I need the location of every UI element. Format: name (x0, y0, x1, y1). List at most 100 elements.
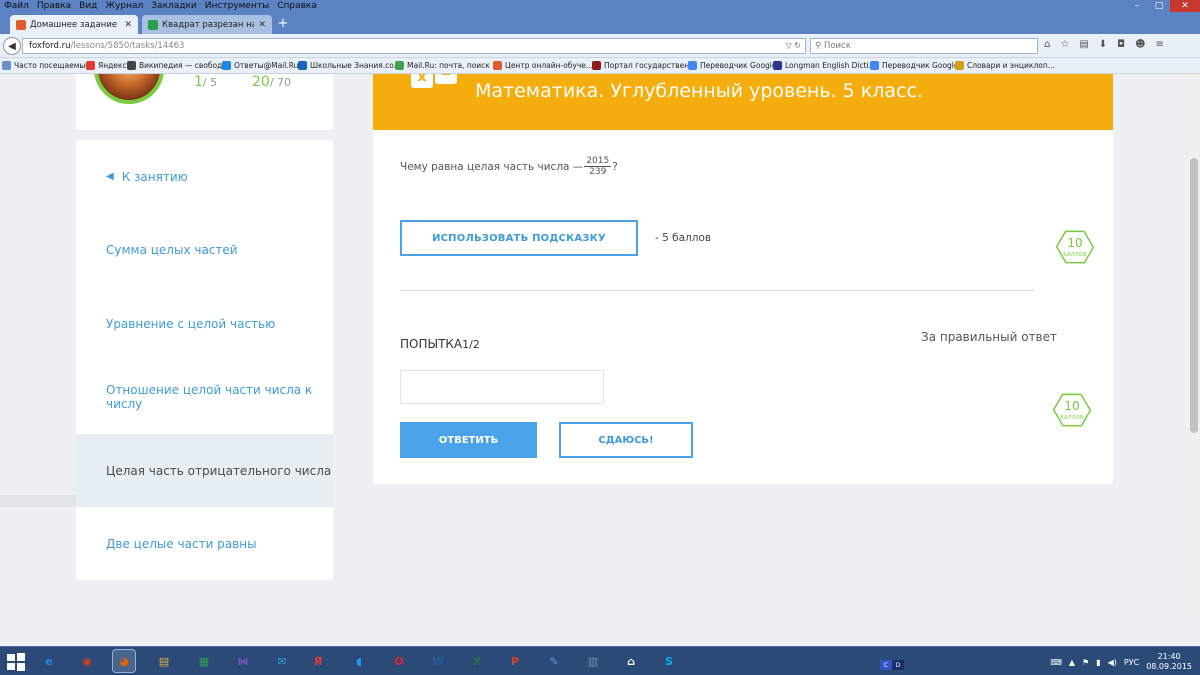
back-to-lesson-link[interactable]: ◀ К занятию (76, 140, 333, 213)
bookmark-star-icon[interactable]: ☆ (1060, 39, 1069, 50)
calc-taskbar-icon[interactable]: ▥ (582, 650, 604, 672)
store-taskbar-icon[interactable]: ▦ (193, 650, 215, 672)
bookmark-item[interactable]: Ответы@Mail.Ru (222, 61, 298, 70)
clock[interactable]: 21:40 08.09.2015 (1146, 652, 1192, 672)
menu-item[interactable]: Правка (33, 0, 75, 12)
profile-card: 1/ 5 20/ 70 (76, 74, 333, 130)
firefox-taskbar-icon[interactable]: ◕ (112, 649, 136, 673)
points-stat-total: / 70 (269, 76, 292, 89)
close-window-button[interactable]: ✕ (1170, 0, 1200, 12)
reload-icon[interactable]: ▽ ↻ (786, 39, 801, 53)
home-icon[interactable]: ⌂ (1044, 39, 1050, 50)
task-sidebar: ◀ К занятию Сумма целых частей Уравнение… (76, 140, 333, 580)
menu-item[interactable]: Закладки (147, 0, 201, 12)
page-scrollbar[interactable] (1188, 74, 1200, 619)
back-button[interactable]: ◀ (3, 37, 21, 55)
hello-icon[interactable]: ☻ (1135, 39, 1145, 50)
bookmark-item[interactable]: Словари и энциклоп... (955, 61, 1055, 70)
search-input[interactable]: ⚲ Поиск (810, 38, 1038, 54)
mail-taskbar-icon[interactable]: ✉ (271, 650, 293, 672)
language-indicator[interactable]: РУС (1124, 658, 1139, 667)
sidebar-item-label: Уравнение с целой частью (106, 316, 276, 331)
sidebar-item-two-equal-parts[interactable]: Две целые части равны (76, 507, 333, 580)
downloads-icon[interactable]: ⬇ (1099, 39, 1107, 50)
search-placeholder: Поиск (823, 41, 851, 51)
bookmark-label: Портал государствен... (604, 61, 697, 70)
course-title: Математика. Углубленный уровень. 5 класс… (475, 80, 923, 102)
network-icon[interactable]: ▮ (1096, 658, 1100, 667)
menu-item[interactable]: Файл (0, 0, 33, 12)
bookmark-label: Словари и энциклоп... (967, 61, 1055, 70)
bookmarks-menu-icon[interactable]: ▤ (1079, 39, 1088, 50)
sidebar-item-label: Сумма целых частей (106, 242, 238, 257)
fraction-numerator: 2015 (584, 156, 612, 167)
clock-time: 21:40 (1157, 652, 1181, 661)
url-bar[interactable]: foxford.ru/lessons/5850/tasks/14463 ▽ ↻ (22, 38, 806, 54)
give-up-button[interactable]: СДАЮСЬ! (559, 422, 693, 458)
volume-icon[interactable]: ◀) (1108, 658, 1117, 667)
notes-taskbar-icon[interactable]: ✎ (543, 650, 565, 672)
sidebar-item-ratio[interactable]: Отношение целой части числа к числу (76, 360, 333, 433)
avatar[interactable] (94, 74, 164, 104)
powerpoint-taskbar-icon[interactable]: P (504, 650, 526, 672)
flag-icon[interactable]: ⚑ (1082, 658, 1089, 667)
icon-x: x (411, 74, 433, 88)
bookmark-item[interactable]: Mail.Ru: почта, поиск ... (395, 61, 499, 70)
vs-taskbar-icon[interactable]: ⋈ (232, 650, 254, 672)
menu-item[interactable]: Журнал (101, 0, 147, 12)
bookmark-item[interactable]: Википедия — свобод... (127, 61, 229, 70)
minimize-button[interactable]: – (1126, 0, 1148, 12)
pocket-icon[interactable]: ◘ (1117, 39, 1125, 50)
browser-menu-bar: Файл Правка Вид Журнал Закладки Инструменты Сп… (0, 0, 1200, 12)
eye-taskbar-icon[interactable]: ◉ (76, 650, 98, 672)
word-taskbar-icon[interactable]: W (427, 650, 449, 672)
window-controls: – □ ✕ (1126, 0, 1200, 12)
sound-taskbar-icon[interactable]: ◖ (348, 650, 370, 672)
toolbar-icons: ⌂ ☆ ▤ ⬇ ◘ ☻ ≡ (1044, 39, 1164, 50)
yandex-taskbar-icon[interactable]: Я (307, 650, 329, 672)
keyboard-icon[interactable]: ⌨ (1050, 658, 1062, 667)
tab-label: Квадрат разрезан на пря... (162, 19, 255, 30)
explorer-taskbar-icon[interactable]: ▤ (153, 650, 175, 672)
opera-taskbar-icon[interactable]: O (388, 650, 410, 672)
tab-close-icon[interactable]: ✕ (124, 20, 132, 30)
excel-taskbar-icon[interactable]: X (466, 650, 488, 672)
tab-square[interactable]: Квадрат разрезан на пря... ✕ (142, 15, 272, 34)
tab-close-icon[interactable]: ✕ (258, 20, 266, 30)
menu-item[interactable]: Вид (75, 0, 101, 12)
sidebar-item-sum-integer-parts[interactable]: Сумма целых частей (76, 213, 333, 286)
ie-taskbar-icon[interactable]: e (38, 650, 60, 672)
menu-item[interactable]: Инструменты (201, 0, 273, 12)
home-taskbar-icon[interactable]: ⌂ (620, 650, 642, 672)
tab-homework[interactable]: Домашнее задание ✕ (10, 15, 138, 34)
answer-input[interactable] (400, 370, 604, 404)
bookmark-item[interactable]: Портал государствен... (592, 61, 696, 70)
bookmark-item[interactable]: Центр онлайн-обуче... (493, 61, 593, 70)
bookmark-item[interactable]: Яндекс (86, 61, 127, 70)
indicator-d: D (892, 660, 904, 670)
scrollbar-thumb[interactable] (1190, 158, 1198, 433)
bookmark-item[interactable]: Переводчик Google (688, 61, 777, 70)
bookmark-item[interactable]: Школьные Знания.co... (298, 61, 401, 70)
sidebar-item-label: Две целые части равны (106, 536, 257, 551)
bookmark-favicon-icon (493, 61, 502, 70)
hamburger-menu-icon[interactable]: ≡ (1156, 39, 1164, 50)
skype-taskbar-icon[interactable]: S (658, 650, 680, 672)
tab-strip: Домашнее задание ✕ Квадрат разрезан на п… (0, 12, 1200, 34)
bookmark-item[interactable]: Переводчик Google (870, 61, 959, 70)
bookmark-item[interactable]: Часто посещаемые (2, 61, 90, 70)
bookmark-label: Mail.Ru: почта, поиск ... (407, 61, 500, 70)
submit-answer-button[interactable]: ОТВЕТИТЬ (400, 422, 537, 458)
use-hint-button[interactable]: ИСПОЛЬЗОВАТЬ ПОДСКАЗКУ (400, 220, 638, 256)
bookmark-favicon-icon (773, 61, 782, 70)
sidebar-item-negative-number[interactable]: Целая часть отрицательного числа (76, 434, 333, 507)
task-card: Чему равна целая часть числа — 2015 239 … (373, 130, 1113, 484)
bookmark-item[interactable]: Longman English Dicti... (773, 61, 876, 70)
maximize-button[interactable]: □ (1148, 0, 1170, 12)
new-tab-button[interactable]: + (276, 17, 290, 31)
tray-arrow-icon[interactable]: ▲ (1069, 658, 1075, 667)
correct-points-value: 10 (1064, 399, 1080, 413)
windows-start-icon[interactable] (6, 652, 26, 672)
menu-item[interactable]: Справка (273, 0, 321, 12)
sidebar-item-equation[interactable]: Уравнение с целой частью (76, 287, 333, 360)
